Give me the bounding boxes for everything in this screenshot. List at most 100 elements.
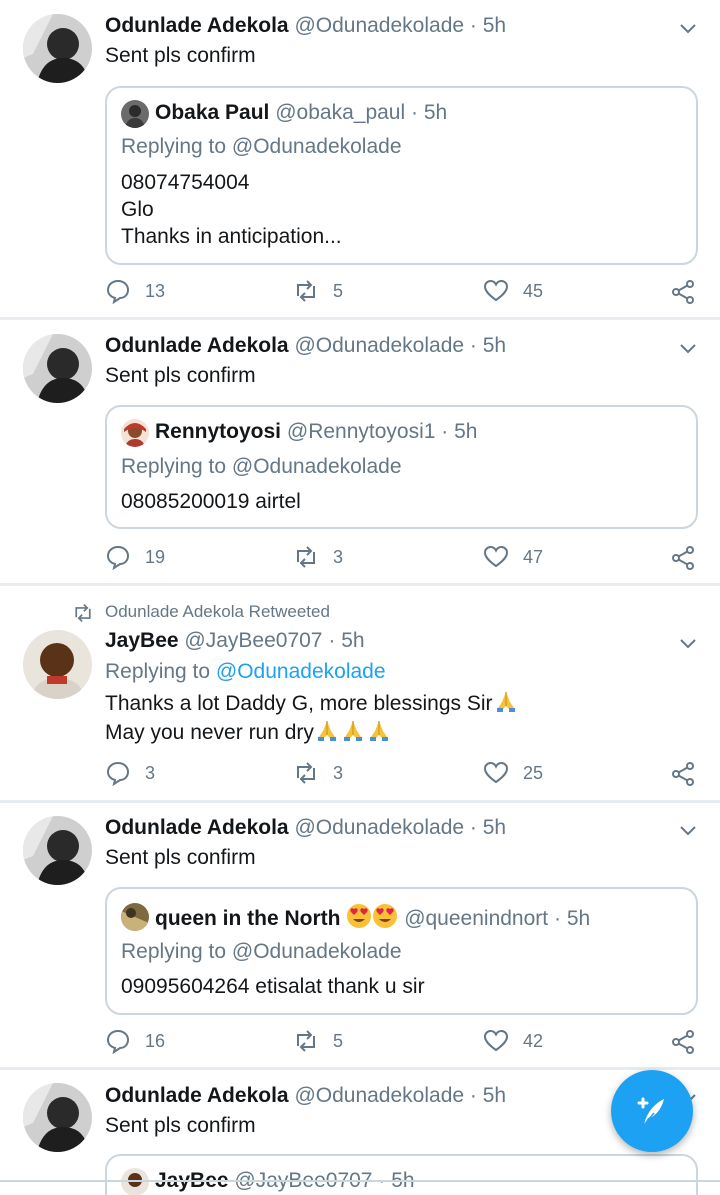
chevron-down-icon[interactable]	[678, 18, 698, 38]
folded-hands-emoji	[317, 721, 336, 741]
reply-button[interactable]: 19	[105, 544, 165, 570]
bottom-divider	[0, 1180, 720, 1182]
avatar[interactable]	[23, 334, 92, 403]
retweet-icon	[297, 1030, 315, 1052]
dot-separator: ·	[469, 334, 477, 357]
quoted-text-line: Glo	[121, 198, 154, 221]
dot-separator: ·	[411, 101, 418, 124]
quoted-tweet[interactable]: JayBee @JayBee0707 · 5h	[105, 1154, 698, 1195]
timestamp[interactable]: 5h	[483, 1084, 506, 1107]
share-icon[interactable]	[670, 1029, 696, 1055]
like-count: 42	[523, 1030, 544, 1051]
quoted-timestamp: 5h	[454, 420, 478, 443]
heart-eyes-emoji	[347, 904, 372, 928]
chevron-down-icon[interactable]	[678, 820, 698, 840]
timeline-feed: Odunlade Adekola @Odunadekolade · 5h Sen…	[0, 0, 720, 1195]
tweet-header: Odunlade Adekola @Odunadekolade · 5h	[105, 333, 506, 359]
author-handle[interactable]: @Odunadekolade	[294, 1084, 464, 1107]
quoted-tweet[interactable]: Obaka Paul @obaka_paul · 5h Replying to …	[105, 86, 698, 265]
retweet-icon	[75, 603, 91, 623]
reply-button[interactable]: 3	[105, 760, 155, 786]
tweet-text: May you never run dry	[105, 721, 314, 744]
author-handle[interactable]: @JayBee0707	[184, 629, 322, 652]
timestamp[interactable]: 5h	[341, 629, 364, 652]
tweet-text-line: May you never run dry	[105, 717, 392, 747]
author-name[interactable]: Odunlade Adekola	[105, 1084, 289, 1107]
retweet-count: 3	[333, 546, 344, 567]
dot-separator: ·	[328, 629, 336, 652]
retweeted-by-label[interactable]: Odunlade Adekola Retweeted	[105, 602, 330, 622]
quoted-text-line: 09095604264 etisalat thank u sir	[121, 975, 425, 998]
reply-count: 3	[145, 762, 156, 783]
dot-separator: ·	[469, 14, 477, 37]
like-button[interactable]: 42	[483, 1028, 543, 1054]
retweet-button[interactable]: 3	[293, 544, 343, 570]
quoted-author-handle: @obaka_paul	[275, 101, 406, 124]
heart-icon	[483, 279, 509, 302]
replying-to: Replying to @Odunadekolade	[105, 657, 386, 686]
share-icon[interactable]	[670, 761, 696, 787]
tweet-header: Odunlade Adekola @Odunadekolade · 5h	[105, 1083, 506, 1109]
tweet-actions: 13 5 45	[0, 278, 720, 308]
timestamp[interactable]: 5h	[483, 334, 506, 357]
like-count: 47	[523, 546, 544, 567]
retweet-count: 5	[333, 1030, 344, 1051]
author-name[interactable]: Odunlade Adekola	[105, 14, 289, 37]
author-handle[interactable]: @Odunadekolade	[294, 14, 464, 37]
like-button[interactable]: 47	[483, 544, 543, 570]
tweet-text: Sent pls confirm	[105, 1114, 256, 1137]
quoted-text-line: 08085200019 airtel	[121, 490, 301, 513]
compose-tweet-button[interactable]	[611, 1070, 693, 1152]
retweet-icon	[297, 280, 315, 302]
retweet-icon	[297, 762, 315, 784]
share-icon[interactable]	[670, 279, 696, 305]
avatar[interactable]	[23, 1083, 92, 1152]
author-name[interactable]: Odunlade Adekola	[105, 816, 289, 839]
quoted-tweet[interactable]: Rennytoyosi @Rennytoyosi1 · 5h Replying …	[105, 405, 698, 529]
quoted-tweet[interactable]: queen in the North @queenindnort · 5h Re…	[105, 887, 698, 1015]
retweet-button[interactable]: 5	[293, 1028, 343, 1054]
replying-to-link[interactable]: @Odunadekolade	[216, 660, 386, 683]
quoted-timestamp: 5h	[566, 907, 591, 930]
retweet-icon	[297, 546, 315, 568]
reply-button[interactable]: 16	[105, 1028, 165, 1054]
chevron-down-icon[interactable]	[678, 633, 698, 653]
reply-icon	[106, 279, 130, 304]
avatar[interactable]	[23, 816, 92, 885]
quoted-author-name: Rennytoyosi	[155, 420, 282, 443]
folded-hands-emoji	[343, 721, 362, 741]
author-handle[interactable]: @Odunadekolade	[294, 816, 464, 839]
tweet[interactable]: Odunlade Adekola @Odunadekolade · 5h Sen…	[0, 320, 720, 584]
retweet-button[interactable]: 5	[293, 278, 343, 304]
share-icon[interactable]	[670, 545, 696, 571]
tweet[interactable]: Odunlade Adekola Retweeted JayBee @JayBe…	[0, 586, 720, 800]
author-name[interactable]: JayBee	[105, 629, 179, 652]
avatar[interactable]	[23, 14, 92, 83]
tweet[interactable]: Odunlade Adekola @Odunadekolade · 5h Sen…	[0, 803, 720, 1067]
like-button[interactable]: 45	[483, 278, 543, 304]
quoted-avatar	[121, 100, 149, 128]
tweet-text-line: Thanks a lot Daddy G, more blessings Sir	[105, 688, 519, 718]
dot-separator: ·	[469, 1084, 477, 1107]
reply-count: 19	[145, 546, 166, 567]
timestamp[interactable]: 5h	[483, 14, 506, 37]
tweet[interactable]: Odunlade Adekola @Odunadekolade · 5h Sen…	[0, 0, 720, 318]
tweet[interactable]: Odunlade Adekola @Odunadekolade · 5h Sen…	[0, 1070, 720, 1195]
tweet-text: Sent pls confirm	[105, 846, 256, 869]
avatar[interactable]	[23, 630, 92, 699]
compose-tweet-icon	[637, 1097, 664, 1126]
reply-icon	[106, 761, 130, 786]
author-name[interactable]: Odunlade Adekola	[105, 334, 289, 357]
dot-separator: ·	[469, 816, 477, 839]
reply-button[interactable]: 13	[105, 278, 165, 304]
retweet-count: 3	[333, 762, 344, 783]
retweet-button[interactable]: 3	[293, 760, 343, 786]
chevron-down-icon[interactable]	[678, 338, 698, 358]
tweet-header: Odunlade Adekola @Odunadekolade · 5h	[105, 13, 506, 39]
reply-icon	[106, 545, 130, 570]
timestamp[interactable]: 5h	[483, 816, 506, 839]
heart-eyes-emoji	[373, 904, 398, 928]
author-handle[interactable]: @Odunadekolade	[294, 334, 464, 357]
quoted-author-handle: @queenindnort	[404, 907, 549, 930]
like-button[interactable]: 25	[483, 760, 543, 786]
